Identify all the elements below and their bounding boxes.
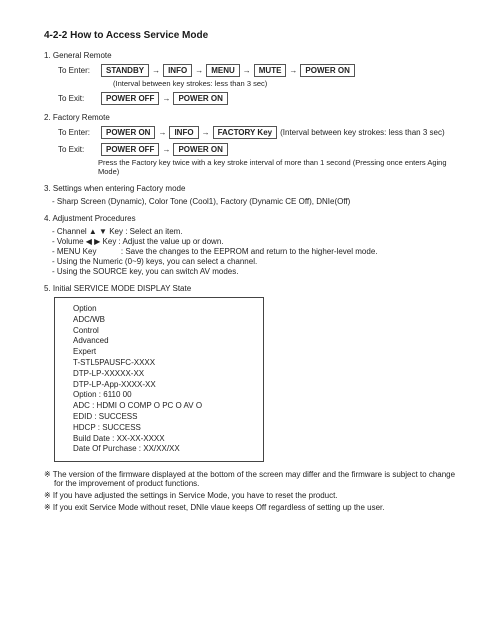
key-poweron: POWER ON	[101, 126, 155, 139]
arrow-icon: →	[243, 66, 251, 75]
section1-head: 1. General Remote	[44, 51, 464, 60]
page-title: 4-2-2 How to Access Service Mode	[44, 30, 464, 41]
sec4-line1: - Channel ▲ ▼ Key : Select an item.	[52, 227, 464, 236]
sec1-enter-row: To Enter: STANDBY → INFO → MENU → MUTE →…	[58, 64, 464, 77]
arrow-icon: →	[162, 145, 170, 154]
exit-label: To Exit:	[58, 145, 98, 154]
sec4-line4: - Using the Numeric (0~9) keys, you can …	[52, 257, 464, 266]
box-line: Option	[73, 304, 253, 315]
key-poweroff: POWER OFF	[101, 92, 159, 105]
sec4-line5: - Using the SOURCE key, you can switch A…	[52, 267, 464, 276]
sec4-line2: - Volume ◀ ▶ Key : Adjust the value up o…	[52, 237, 464, 246]
box-line: HDCP : SUCCESS	[73, 423, 253, 434]
service-mode-box: Option ADC/WB Control Advanced Expert T-…	[54, 297, 264, 462]
document-page: 4-2-2 How to Access Service Mode 1. Gene…	[0, 0, 500, 619]
arrow-icon: →	[162, 94, 170, 103]
key-info: INFO	[169, 126, 198, 139]
box-line: DTP-LP-App-XXXX-XX	[73, 380, 253, 391]
sec2-press-note: Press the Factory key twice with a key s…	[98, 158, 464, 176]
sec2-exit-row: To Exit: POWER OFF → POWER ON	[58, 143, 464, 156]
section2-head: 2. Factory Remote	[44, 113, 464, 122]
arrow-icon: →	[158, 128, 166, 137]
arrow-icon: →	[289, 66, 297, 75]
sec2-enter-row: To Enter: POWER ON → INFO → FACTORY Key …	[58, 126, 464, 139]
box-line: Build Date : XX-XX-XXXX	[73, 434, 253, 445]
arrow-icon: →	[202, 128, 210, 137]
section5-head: 5. Initial SERVICE MODE DISPLAY State	[44, 284, 464, 293]
sec1-exit-row: To Exit: POWER OFF → POWER ON	[58, 92, 464, 105]
key-menu: MENU	[206, 64, 240, 77]
key-poweron: POWER ON	[300, 64, 354, 77]
box-line: Expert	[73, 347, 253, 358]
key-factory: FACTORY Key	[213, 126, 278, 139]
arrow-icon: →	[195, 66, 203, 75]
box-line: Advanced	[73, 336, 253, 347]
box-line: ADC : HDMI O COMP O PC O AV O	[73, 401, 253, 412]
sec4-line3: - MENU Key : Save the changes to the EEP…	[52, 247, 464, 256]
sec1-interval-note: (Interval between key strokes: less than…	[113, 79, 464, 88]
footnote-3: ※ If you exit Service Mode without reset…	[44, 503, 464, 512]
exit-label: To Exit:	[58, 94, 98, 103]
box-line: DTP-LP-XXXXX-XX	[73, 369, 253, 380]
box-line: T-STL5PAUSFC-XXXX	[73, 358, 253, 369]
key-mute: MUTE	[254, 64, 287, 77]
enter-label: To Enter:	[58, 128, 98, 137]
sec3-line1: - Sharp Screen (Dynamic), Color Tone (Co…	[52, 197, 464, 206]
sec2-interval-inline: (Interval between key strokes: less than…	[280, 128, 445, 137]
arrow-icon: →	[152, 66, 160, 75]
box-line: Date Of Purchase : XX/XX/XX	[73, 444, 253, 455]
box-line: EDID : SUCCESS	[73, 412, 253, 423]
section3-head: 3. Settings when entering Factory mode	[44, 184, 464, 193]
key-poweroff: POWER OFF	[101, 143, 159, 156]
key-poweron: POWER ON	[173, 143, 227, 156]
key-poweron: POWER ON	[173, 92, 227, 105]
footnote-1: ※ The version of the firmware displayed …	[44, 470, 464, 488]
box-line: Option : 6110 00	[73, 390, 253, 401]
box-line: ADC/WB	[73, 315, 253, 326]
section4-head: 4. Adjustment Procedures	[44, 214, 464, 223]
key-standby: STANDBY	[101, 64, 149, 77]
enter-label: To Enter:	[58, 66, 98, 75]
box-line: Control	[73, 326, 253, 337]
footnote-2: ※ If you have adjusted the settings in S…	[44, 491, 464, 500]
key-info: INFO	[163, 64, 192, 77]
